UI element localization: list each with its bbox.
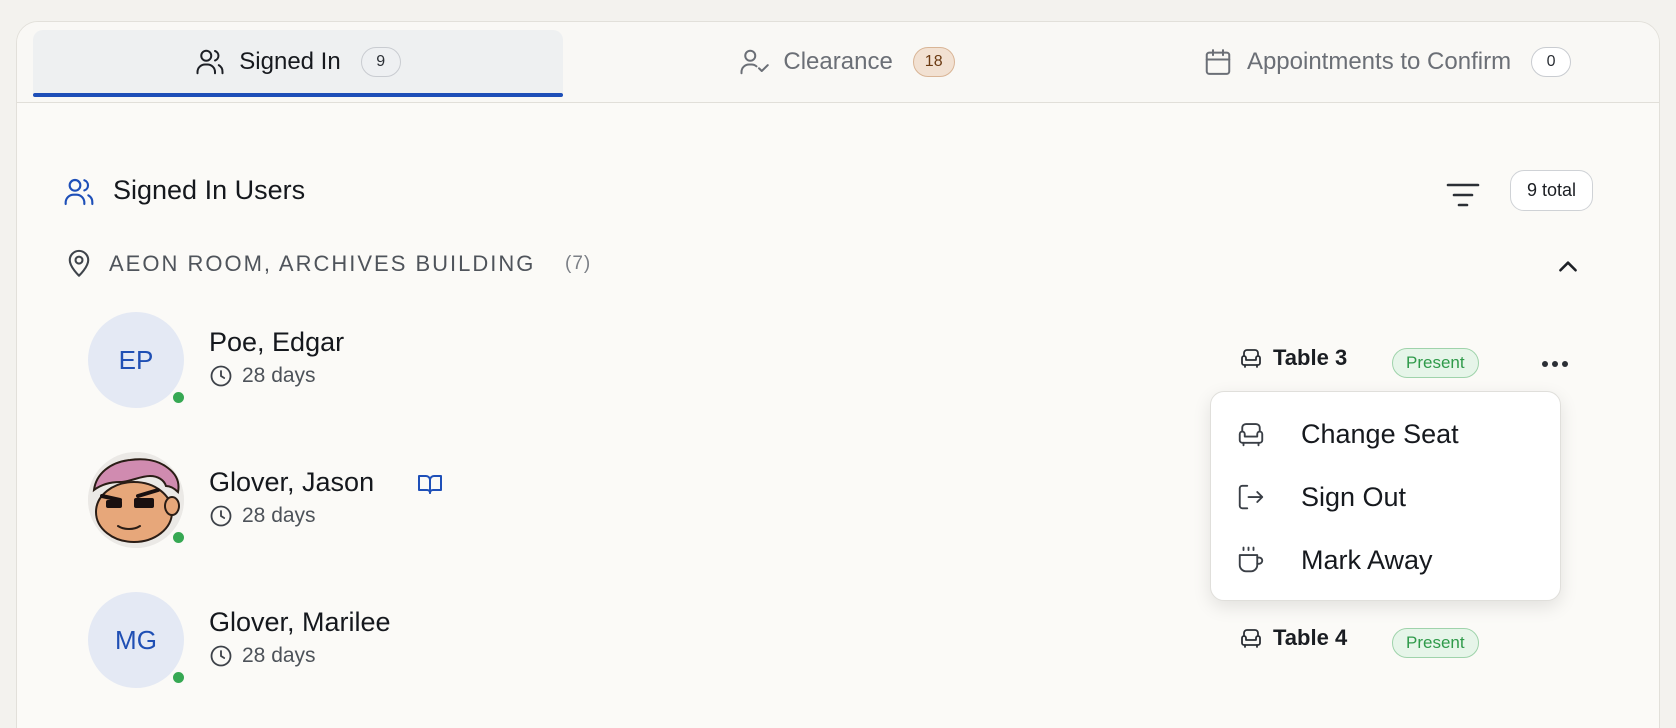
users-icon [196,49,224,74]
user-name: Glover, Marilee [209,607,391,637]
section-title: Signed In Users [113,175,306,205]
book-open-icon[interactable] [417,472,443,496]
menu-item-label: Change Seat [1301,418,1459,449]
sign-out-icon [1238,484,1264,510]
location-count: (7) [565,253,592,274]
online-status-dot [170,389,187,406]
tab-label: Signed In [239,47,341,75]
duration-text: 28 days [242,504,316,527]
clock-icon [210,645,232,667]
tab-count-badge: 9 [360,46,401,77]
duration-text: 28 days [242,644,316,667]
status-badge: Present [1392,348,1479,378]
tab-appointments[interactable]: Appointments to Confirm 0 [1177,30,1597,93]
menu-item-label: Sign Out [1301,481,1407,512]
user-name: Glover, Jason [209,467,375,497]
armchair-icon [1241,349,1261,368]
user-duration: 28 days [209,504,316,528]
table-name: Table 4 [1273,625,1348,650]
user-duration: 28 days [209,364,316,388]
tab-signed-in[interactable]: Signed In 9 [33,30,563,97]
chevron-up-icon[interactable] [1555,254,1581,280]
menu-item-mark-away[interactable]: Mark Away [1211,531,1560,589]
tab-count-badge: 18 [912,46,955,77]
status-badge: Present [1392,628,1479,658]
table-label: Table 3 [1239,345,1347,371]
tab-clearance[interactable]: Clearance 18 [717,30,977,93]
online-status-dot [170,529,187,546]
duration-text: 28 days [242,364,316,387]
filter-icon[interactable] [1443,178,1483,212]
signed-in-panel: Signed In 9 Clearance 18 Appointments to… [16,21,1660,728]
location-name: AEON ROOM, ARCHIVES BUILDING [109,251,536,276]
online-status-dot [170,669,187,686]
row-actions-menu: Change Seat Sign Out Mark Away [1210,391,1561,601]
users-icon [64,178,94,206]
more-options-icon[interactable] [1537,352,1573,376]
user-name: Poe, Edgar [209,327,345,357]
map-pin-icon [68,249,90,277]
menu-item-change-seat[interactable]: Change Seat [1211,405,1560,463]
armchair-icon [1238,423,1264,447]
coffee-icon [1238,546,1264,573]
clock-icon [210,365,232,387]
calendar-icon [1205,48,1231,75]
menu-item-sign-out[interactable]: Sign Out [1211,468,1560,526]
clock-icon [210,505,232,527]
tab-bar: Signed In 9 Clearance 18 Appointments to… [17,22,1659,103]
user-check-icon [740,49,770,74]
menu-item-label: Mark Away [1301,544,1433,575]
tab-label: Clearance [783,47,893,75]
user-duration: 28 days [209,644,316,668]
tab-label: Appointments to Confirm [1246,47,1512,75]
table-label: Table 4 [1239,625,1347,651]
table-name: Table 3 [1273,345,1348,370]
armchair-icon [1241,629,1261,648]
total-count-badge: 9 total [1510,170,1594,211]
user-row[interactable]: MG Glover, Marilee 28 days Table 4 Prese… [17,590,1659,700]
tab-count-badge: 0 [1531,46,1572,77]
